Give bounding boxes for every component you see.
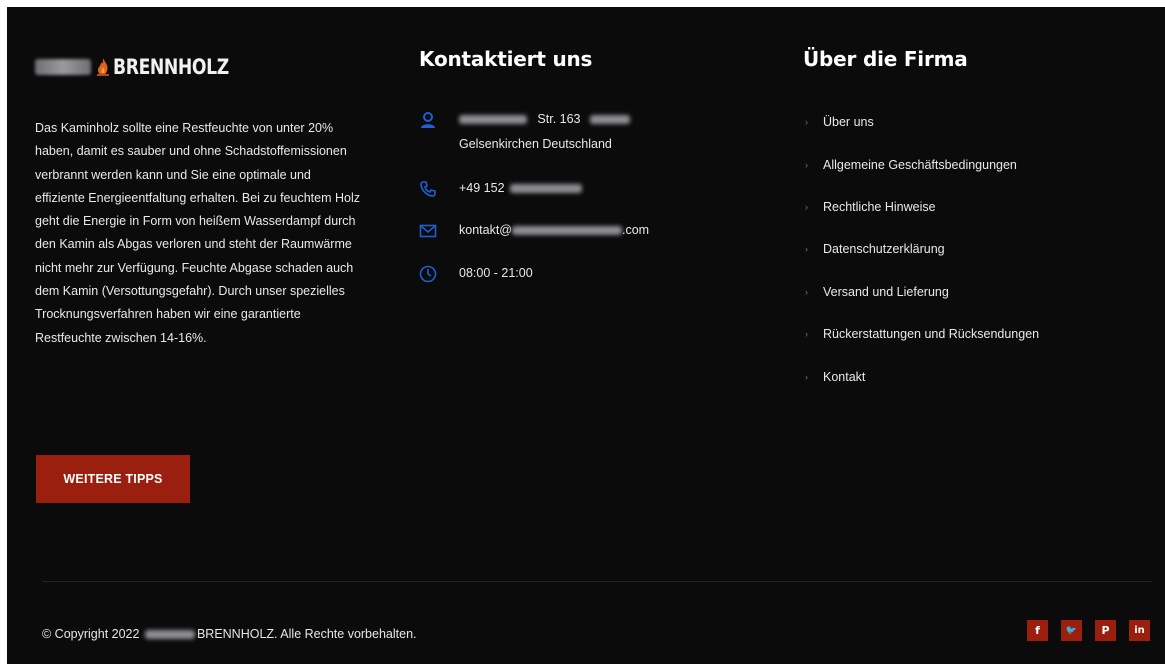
flame-icon — [97, 58, 109, 76]
chevron-right-icon: › — [805, 244, 808, 255]
redacted-postal — [590, 115, 630, 125]
envelope-icon — [419, 224, 437, 238]
contact-hours: 08:00 - 21:00 — [419, 265, 533, 286]
about-text: Das Kaminholz sollte eine Restfeuchte vo… — [35, 121, 360, 345]
link-rechtliche-hinweise[interactable]: › Rechtliche Hinweise — [803, 186, 1039, 228]
contact-address: Str. 163 Gelsenkirchen Deutschland — [419, 111, 630, 157]
redacted-logo-part — [35, 59, 91, 75]
redacted-email — [512, 226, 622, 236]
phone-icon — [420, 181, 436, 197]
redacted-phone — [510, 184, 583, 194]
link-kontakt[interactable]: › Kontakt — [803, 355, 1039, 397]
chevron-right-icon: › — [805, 117, 808, 128]
facebook-icon[interactable]: f — [1027, 620, 1048, 641]
footer-divider — [42, 581, 1152, 582]
chevron-right-icon: › — [805, 201, 808, 212]
phone-number: +49 152 — [459, 181, 505, 195]
link-agb[interactable]: › Allgemeine Geschäftsbedingungen — [803, 143, 1039, 185]
twitter-icon[interactable]: 🐦 — [1061, 620, 1082, 641]
pinterest-icon[interactable]: P — [1095, 620, 1116, 641]
chevron-right-icon: › — [805, 371, 808, 382]
contact-phone[interactable]: +49 152 — [419, 180, 583, 201]
contact-heading: Kontaktiert uns — [419, 47, 593, 71]
social-links: f 🐦 P in — [1014, 620, 1150, 641]
email-prefix: kontakt@ — [459, 223, 512, 237]
site-footer: BRENNHOLZ Das Kaminholz sollte eine Rest… — [7, 7, 1165, 664]
company-heading: Über die Firma — [803, 47, 968, 71]
opening-hours: 08:00 - 21:00 — [459, 266, 533, 280]
link-ueber-uns[interactable]: › Über uns — [803, 101, 1039, 143]
more-tips-button[interactable]: WEITERE TIPPS — [36, 455, 190, 503]
chevron-right-icon: › — [805, 329, 808, 340]
brand-logo[interactable]: BRENNHOLZ — [35, 54, 254, 80]
user-icon — [421, 112, 435, 128]
linkedin-icon[interactable]: in — [1129, 620, 1150, 641]
contact-email[interactable]: kontakt@ .com — [419, 222, 649, 243]
redacted-brand — [144, 630, 195, 640]
chevron-right-icon: › — [805, 286, 808, 297]
email-suffix: .com — [622, 223, 650, 237]
company-links: › Über uns › Allgemeine Geschäftsbedingung… — [803, 101, 1039, 398]
copyright-text: © Copyright 2022 BRENNHOLZ. Alle Rechte … — [42, 627, 417, 641]
address-city: Gelsenkirchen Deutschland — [459, 137, 612, 151]
clock-icon — [419, 265, 437, 283]
link-rueckerstattungen[interactable]: › Rückerstattungen und Rücksendungen — [803, 313, 1039, 355]
redacted-street-name — [459, 115, 527, 125]
link-versand[interactable]: › Versand und Lieferung — [803, 271, 1039, 313]
link-datenschutz[interactable]: › Datenschutzerklärung — [803, 228, 1039, 270]
chevron-right-icon: › — [805, 159, 808, 170]
brand-name: BRENNHOLZ — [113, 55, 229, 79]
address-street: Str. 163 — [537, 112, 581, 126]
